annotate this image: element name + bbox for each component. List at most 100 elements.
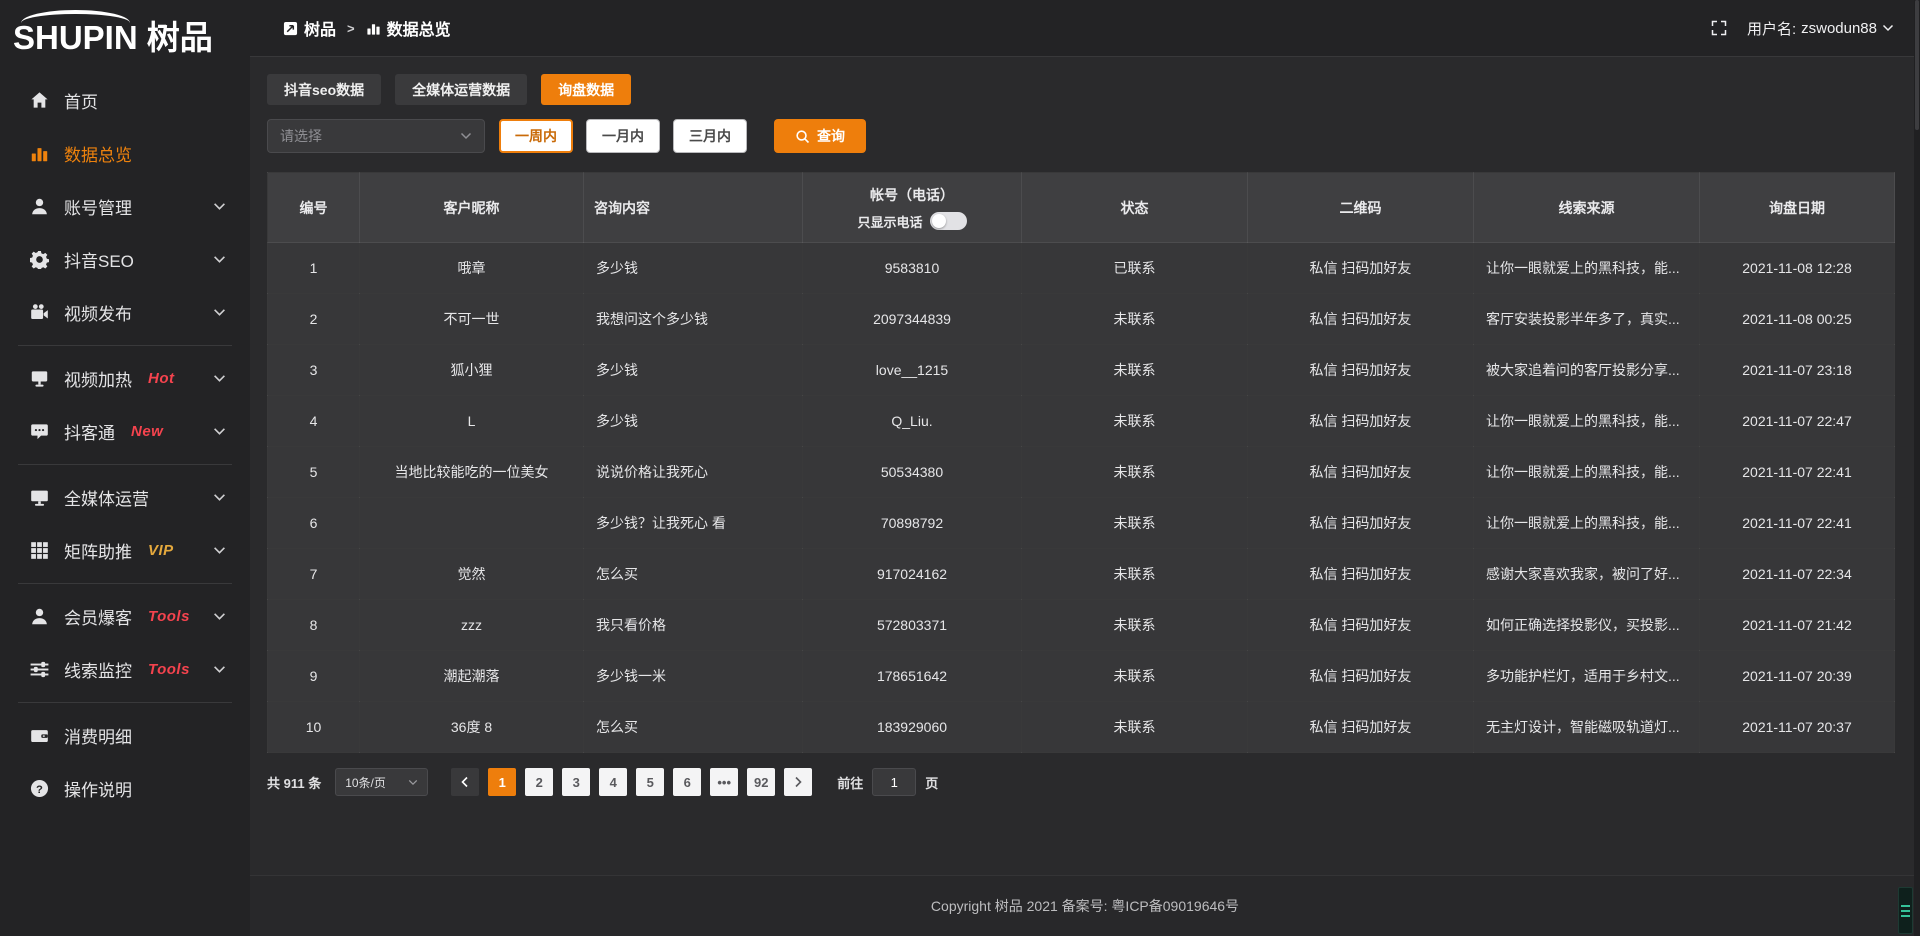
page-button-3[interactable]: 3 bbox=[562, 768, 590, 796]
cell-source-link[interactable]: 让你一眼就爱上的黑科技，能... bbox=[1474, 447, 1700, 498]
breadcrumb-page[interactable]: 数据总览 bbox=[366, 16, 451, 40]
cell-nickname: 不可一世 bbox=[360, 294, 584, 345]
page-button-92[interactable]: 92 bbox=[747, 768, 775, 796]
sidebar-item-lead-monitor[interactable]: 线索监控Tools bbox=[0, 643, 250, 696]
cell-content: 怎么买 bbox=[584, 702, 803, 753]
filter-select[interactable]: 请选择 bbox=[267, 119, 485, 153]
cell-nickname: 哦章 bbox=[360, 243, 584, 294]
cell-qr-link[interactable]: 私信 扫码加好友 bbox=[1248, 498, 1474, 549]
sidebar-item-member-baoke[interactable]: 会员爆客Tools bbox=[0, 590, 250, 643]
tab-inquiry-data[interactable]: 询盘数据 bbox=[541, 74, 631, 105]
fullscreen-icon[interactable] bbox=[1711, 20, 1727, 36]
cell-qr-link[interactable]: 私信 扫码加好友 bbox=[1248, 549, 1474, 600]
cell-id: 9 bbox=[268, 651, 360, 702]
period-month-button[interactable]: 一月内 bbox=[586, 119, 660, 153]
user-menu[interactable]: 用户名: zswodun88 bbox=[1747, 18, 1894, 39]
cell-nickname: 当地比较能吃的一位美女 bbox=[360, 447, 584, 498]
cell-account: 2097344839 bbox=[803, 294, 1022, 345]
sidebar-item-account-management[interactable]: 账号管理 bbox=[0, 180, 250, 233]
period-quarter-button[interactable]: 三月内 bbox=[673, 119, 747, 153]
page-ellipsis-button[interactable]: ••• bbox=[710, 768, 738, 796]
page-size-select[interactable]: 10条/页 bbox=[335, 768, 428, 796]
cell-source-link[interactable]: 被大家追着问的客厅投影分享... bbox=[1474, 345, 1700, 396]
col-source: 线索来源 bbox=[1474, 173, 1700, 243]
cell-status: 未联系 bbox=[1022, 294, 1248, 345]
scrollbar[interactable] bbox=[1914, 0, 1920, 936]
cell-qr-link[interactable]: 私信 扫码加好友 bbox=[1248, 243, 1474, 294]
cell-qr-link[interactable]: 私信 扫码加好友 bbox=[1248, 447, 1474, 498]
cell-content: 我想问这个多少钱 bbox=[584, 294, 803, 345]
page-button-5[interactable]: 5 bbox=[636, 768, 664, 796]
page-button-6[interactable]: 6 bbox=[673, 768, 701, 796]
prev-page-button[interactable] bbox=[451, 768, 479, 796]
table-row: 2不可一世我想问这个多少钱2097344839未联系私信 扫码加好友客厅安装投影… bbox=[268, 294, 1895, 345]
sidebar-item-label: 线索监控 bbox=[64, 657, 132, 682]
sidebar-item-video-heat[interactable]: 视频加热Hot bbox=[0, 352, 250, 405]
monitor-icon bbox=[30, 488, 49, 507]
cell-source-link[interactable]: 让你一眼就爱上的黑科技，能... bbox=[1474, 243, 1700, 294]
period-week-button[interactable]: 一周内 bbox=[499, 119, 573, 153]
col-account: 帐号（电话） 只显示电话 bbox=[803, 173, 1022, 243]
sidebar-item-video-publish[interactable]: 视频发布 bbox=[0, 286, 250, 339]
sidebar: SHUPIN 树品 首页数据总览账号管理抖音SEO视频发布视频加热Hot抖客通N… bbox=[0, 0, 250, 936]
cell-account: 50534380 bbox=[803, 447, 1022, 498]
goto-page-input[interactable] bbox=[872, 768, 916, 796]
cell-qr-link[interactable]: 私信 扫码加好友 bbox=[1248, 651, 1474, 702]
tab-media-operation-data[interactable]: 全媒体运营数据 bbox=[395, 74, 527, 105]
cell-status: 已联系 bbox=[1022, 243, 1248, 294]
sidebar-item-label: 视频加热 bbox=[64, 366, 132, 391]
cell-qr-link[interactable]: 私信 扫码加好友 bbox=[1248, 345, 1474, 396]
cell-date: 2021-11-07 21:42 bbox=[1700, 600, 1895, 651]
cell-qr-link[interactable]: 私信 扫码加好友 bbox=[1248, 702, 1474, 753]
cell-account: 9583810 bbox=[803, 243, 1022, 294]
cell-source-link[interactable]: 让你一眼就爱上的黑科技，能... bbox=[1474, 396, 1700, 447]
sidebar-item-operation-guide[interactable]: ?操作说明 bbox=[0, 762, 250, 815]
chevron-down-icon bbox=[213, 427, 226, 436]
logo-shupin: SHUPIN bbox=[13, 10, 138, 54]
period-buttons: 一周内一月内三月内 bbox=[499, 119, 747, 153]
cell-qr-link[interactable]: 私信 扫码加好友 bbox=[1248, 294, 1474, 345]
phone-only-toggle[interactable] bbox=[930, 212, 967, 230]
cell-date: 2021-11-07 20:37 bbox=[1700, 702, 1895, 753]
sidebar-item-media-operation[interactable]: 全媒体运营 bbox=[0, 471, 250, 524]
logo-cn: 树品 bbox=[147, 21, 213, 54]
next-page-button[interactable] bbox=[784, 768, 812, 796]
cell-id: 3 bbox=[268, 345, 360, 396]
cell-source-link[interactable]: 让你一眼就爱上的黑科技，能... bbox=[1474, 498, 1700, 549]
cell-account: 917024162 bbox=[803, 549, 1022, 600]
cell-id: 1 bbox=[268, 243, 360, 294]
cell-qr-link[interactable]: 私信 扫码加好友 bbox=[1248, 600, 1474, 651]
cell-date: 2021-11-07 22:41 bbox=[1700, 447, 1895, 498]
breadcrumb-app[interactable]: 树品 bbox=[283, 16, 336, 40]
cell-source-link[interactable]: 如何正确选择投影仪，买投影... bbox=[1474, 600, 1700, 651]
cell-nickname: L bbox=[360, 396, 584, 447]
cell-qr-link[interactable]: 私信 扫码加好友 bbox=[1248, 396, 1474, 447]
page-button-2[interactable]: 2 bbox=[525, 768, 553, 796]
chart-icon bbox=[30, 144, 49, 163]
sidebar-item-douyin-seo[interactable]: 抖音SEO bbox=[0, 233, 250, 286]
topbar: 树品 > 数据总览 用户名: zswodun88 bbox=[250, 0, 1920, 57]
page-button-4[interactable]: 4 bbox=[599, 768, 627, 796]
sidebar-item-home[interactable]: 首页 bbox=[0, 74, 250, 127]
cell-source-link[interactable]: 无主灯设计，智能磁吸轨道灯... bbox=[1474, 702, 1700, 753]
screen-icon bbox=[30, 369, 49, 388]
cell-content: 我只看价格 bbox=[584, 600, 803, 651]
sidebar-item-douketong[interactable]: 抖客通New bbox=[0, 405, 250, 458]
cell-source-link[interactable]: 多功能护栏灯，适用于乡村文... bbox=[1474, 651, 1700, 702]
query-button[interactable]: 查询 bbox=[774, 119, 866, 153]
col-account-label: 帐号（电话） bbox=[813, 185, 1011, 205]
chevron-down-icon bbox=[213, 202, 226, 211]
breadcrumb-page-label: 数据总览 bbox=[387, 16, 451, 40]
badge-tools: Tools bbox=[148, 608, 190, 625]
chat-icon bbox=[30, 422, 49, 441]
sidebar-item-matrix-boost[interactable]: 矩阵助推VIP bbox=[0, 524, 250, 577]
tab-douyin-seo-data[interactable]: 抖音seo数据 bbox=[267, 74, 381, 105]
cell-source-link[interactable]: 感谢大家喜欢我家，被问了好... bbox=[1474, 549, 1700, 600]
cell-source-link[interactable]: 客厅安装投影半年多了，真实... bbox=[1474, 294, 1700, 345]
cell-status: 未联系 bbox=[1022, 396, 1248, 447]
sidebar-item-consume-detail[interactable]: 消费明细 bbox=[0, 709, 250, 762]
page-button-1[interactable]: 1 bbox=[488, 768, 516, 796]
sidebar-item-data-overview[interactable]: 数据总览 bbox=[0, 127, 250, 180]
cell-id: 5 bbox=[268, 447, 360, 498]
user-icon bbox=[30, 197, 49, 216]
